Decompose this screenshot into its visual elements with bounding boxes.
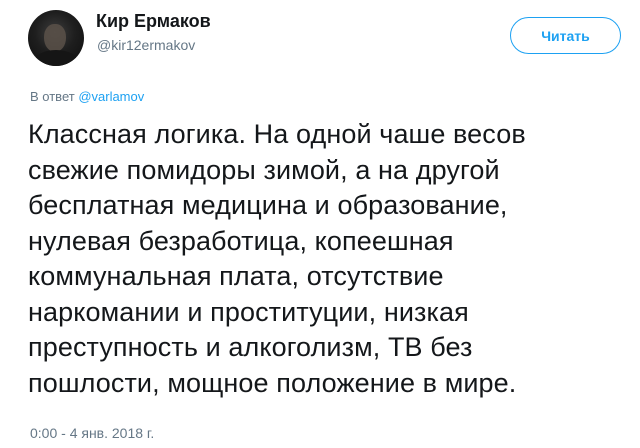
reply-mention-link[interactable]: @varlamov <box>78 89 144 104</box>
tweet-text-line: бесплатная медицина и образование, <box>28 190 508 220</box>
author-username[interactable]: @kir12ermakov <box>97 37 195 53</box>
avatar-face <box>44 24 66 52</box>
avatar-shoulders <box>34 50 78 66</box>
reply-context: В ответ @varlamov <box>30 89 144 104</box>
tweet-text-line: пошлости, мощное положение в мире. <box>28 367 517 398</box>
tweet-text-line: преступность и алкоголизм, ТВ без <box>28 332 473 362</box>
tweet-text-line: коммунальная плата, отсутствие <box>28 261 444 291</box>
tweet-text-line: наркомании и проституции, низкая <box>28 296 469 327</box>
tweet-text-line: Классная логика. На одной чаше весов <box>28 119 526 149</box>
follow-button[interactable]: Читать <box>510 17 621 54</box>
avatar[interactable] <box>28 10 84 66</box>
tweet-timestamp[interactable]: 0:00 - 4 янв. 2018 г. <box>30 425 154 441</box>
tweet-text: Классная логика. На одной чаше весов све… <box>28 117 628 401</box>
tweet-text-line: свежие помидоры зимой, а на другой <box>28 154 500 185</box>
tweet: Кир Ермаков @kir12ermakov Читать В ответ… <box>0 0 640 448</box>
author-display-name[interactable]: Кир Ермаков <box>96 11 211 32</box>
reply-prefix: В ответ <box>30 89 79 104</box>
tweet-text-line: нулевая безработица, копеешная <box>28 225 454 256</box>
